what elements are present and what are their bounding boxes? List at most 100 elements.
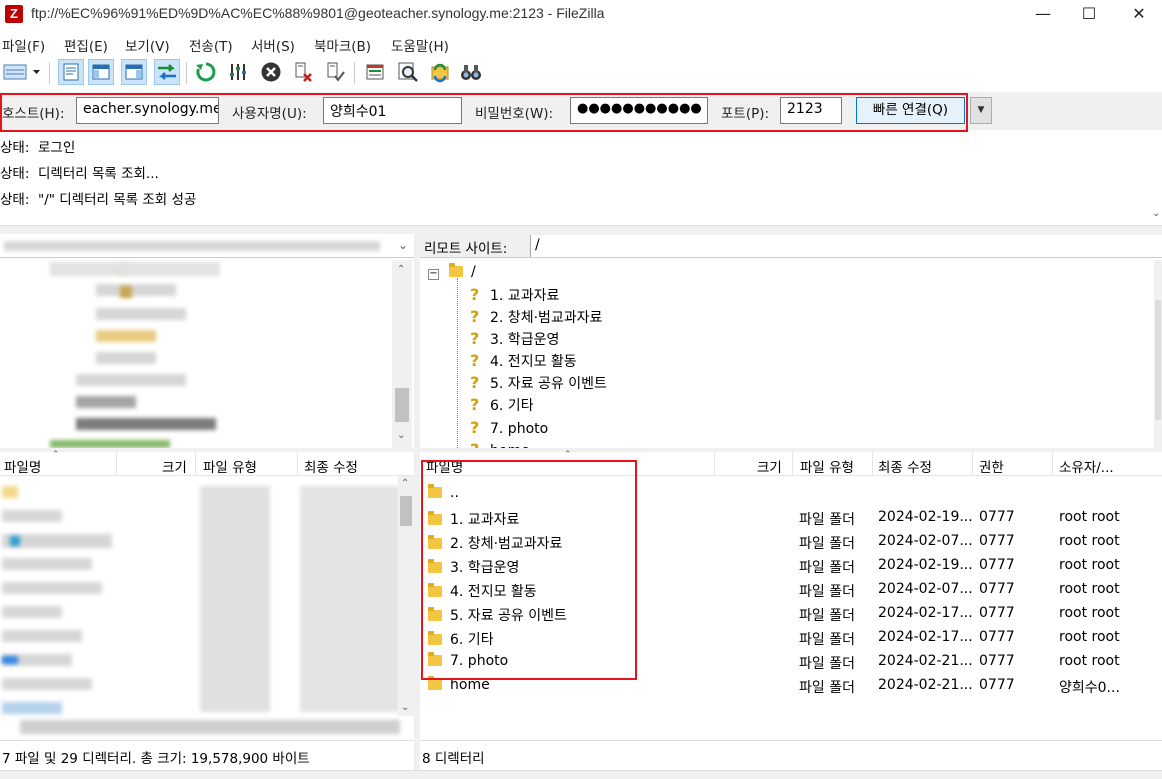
compare-icon [366, 64, 384, 80]
sort-asc-icon: ⌃ [52, 450, 60, 460]
col-filename[interactable]: 파일명 [426, 456, 463, 476]
local-list-header: 파일명 ⌃ 크기 파일 유형 최종 수정 [0, 450, 414, 476]
table-row[interactable]: .. [420, 482, 1162, 506]
col-filename[interactable]: 파일명 [4, 456, 41, 476]
username-input[interactable]: 양희수01 [323, 97, 462, 124]
remote-status-text: 8 디렉터리 [422, 751, 485, 767]
question-folder-icon: ? [470, 373, 480, 392]
chevron-up-icon: ⌃ [401, 478, 410, 489]
queue-strip [0, 770, 1162, 779]
binoculars-icon [461, 65, 481, 80]
sync-browse-button[interactable] [427, 59, 453, 85]
menu-help[interactable]: 도움말(H) [391, 35, 449, 55]
log-line: 상태: "/" 디렉터리 목록 조회 성공 [0, 192, 197, 208]
chevron-down-icon[interactable]: ▼ [970, 97, 992, 124]
toggle-queue-button[interactable] [154, 59, 180, 85]
remote-site-label: 리모트 사이트: [424, 237, 508, 257]
horizontal-splitter[interactable] [0, 226, 1162, 234]
sort-asc-icon: ⌃ [564, 450, 572, 460]
host-input[interactable]: eacher.synology.me [76, 97, 219, 124]
col-permissions[interactable]: 권한 [979, 456, 1004, 476]
question-folder-icon: ? [470, 329, 480, 348]
tree-item[interactable]: ? 4. 전지모 활동 [470, 351, 577, 371]
local-file-list: 파일명 ⌃ 크기 파일 유형 최종 수정 ⌃ ⌄ [0, 450, 414, 740]
chevron-down-icon: ⌄ [401, 702, 410, 713]
remote-tree-icon [125, 64, 143, 80]
window-title: ftp://%EC%96%91%ED%9D%AC%EC%88%9801@geot… [31, 5, 605, 21]
col-size[interactable]: 크기 [757, 456, 782, 476]
remote-tree-panel: 리모트 사이트: / − / ? 1. 교과자료 ? 2. 창체·범교과자료 ? 3. … [420, 234, 1162, 448]
refresh-button[interactable] [193, 59, 219, 85]
menu-view[interactable]: 보기(V) [125, 35, 170, 55]
col-owner[interactable]: 소유자/... [1059, 456, 1114, 476]
table-row[interactable]: 2. 창체·범교과자료 파일 폴더 2024-02-07... 0777 roo… [420, 530, 1162, 554]
close-button[interactable]: ✕ [1116, 0, 1162, 30]
filezilla-icon: Z [5, 5, 23, 23]
tree-item[interactable]: ? 2. 창체·범교과자료 [470, 307, 602, 327]
local-tree-panel: ⌄ ⌃ ⌄ [0, 234, 414, 448]
log-line: 상태: 로그인 [0, 140, 76, 156]
folder-icon [449, 263, 463, 277]
search-button[interactable] [395, 59, 421, 85]
question-folder-icon: ? [470, 418, 480, 437]
tree-root[interactable]: − / [428, 263, 476, 280]
tree-item[interactable]: ? 6. 기타 [470, 395, 534, 415]
menu-bar: 파일(F) 편집(E) 보기(V) 전송(T) 서버(S) 북마크(B) 도움말… [0, 32, 1162, 56]
reconnect-button[interactable] [322, 59, 348, 85]
folder-icon [428, 583, 442, 597]
menu-server[interactable]: 서버(S) [251, 35, 295, 55]
message-log: 상태: 로그인 상태: 디렉터리 목록 조회... 상태: "/" 디렉터리 목… [0, 132, 1162, 226]
site-manager-button[interactable] [1, 59, 43, 85]
tree-item[interactable]: ? 5. 자료 공유 이벤트 [470, 373, 607, 393]
tree-item[interactable]: ?home [470, 440, 530, 448]
tree-item[interactable]: ? 1. 교과자료 [470, 285, 559, 305]
col-type[interactable]: 파일 유형 [203, 456, 257, 476]
menu-edit[interactable]: 편집(E) [64, 35, 108, 55]
col-size[interactable]: 크기 [162, 456, 187, 476]
quick-connect-bar: 호스트(H): eacher.synology.me 사용자명(U): 양희수0… [0, 92, 1162, 130]
tree-item[interactable]: ? 7. photo [470, 418, 548, 437]
col-modified[interactable]: 최종 수정 [304, 456, 358, 476]
table-row[interactable]: 1. 교과자료 파일 폴더 2024-02-19... 0777 root ro… [420, 506, 1162, 530]
filter-button[interactable] [225, 59, 251, 85]
password-label: 비밀번호(W): [475, 106, 554, 122]
chevron-down-icon[interactable]: ⌄ [398, 238, 408, 252]
table-row[interactable]: 4. 전지모 활동 파일 폴더 2024-02-07... 0777 root … [420, 578, 1162, 602]
toggle-log-button[interactable] [58, 59, 84, 85]
filter-icon [230, 64, 246, 80]
menu-file[interactable]: 파일(F) [2, 35, 45, 55]
menu-bookmarks[interactable]: 북마크(B) [314, 35, 371, 55]
maximize-button[interactable]: ☐ [1066, 0, 1112, 30]
table-row[interactable]: 6. 기타 파일 폴더 2024-02-17... 0777 root root [420, 626, 1162, 650]
find-files-button[interactable] [458, 59, 484, 85]
tree-item[interactable]: ? 3. 학급운영 [470, 329, 559, 349]
table-row[interactable]: 7. photo 파일 폴더 2024-02-21... 0777 root r… [420, 650, 1162, 674]
cancel-button[interactable] [258, 59, 284, 85]
password-input[interactable]: ●●●●●●●●●●● [570, 97, 708, 124]
host-label: 호스트(H): [2, 106, 65, 122]
local-list-scrollbar[interactable]: ⌃ ⌄ [398, 476, 414, 716]
chevron-down-icon: ⌄ [1152, 208, 1161, 219]
table-row[interactable]: 3. 학급운영 파일 폴더 2024-02-19... 0777 root ro… [420, 554, 1162, 578]
col-type[interactable]: 파일 유형 [800, 456, 854, 476]
menu-transfer[interactable]: 전송(T) [189, 35, 233, 55]
log-scrollbar[interactable]: ⌄ [1152, 132, 1162, 226]
toggle-local-tree-button[interactable] [88, 59, 114, 85]
table-row[interactable]: 5. 자료 공유 이벤트 파일 폴더 2024-02-17... 0777 ro… [420, 602, 1162, 626]
local-tree-scrollbar[interactable]: ⌃ ⌄ [392, 260, 412, 448]
minimize-button[interactable]: — [1020, 0, 1066, 30]
remote-tree-scrollbar[interactable] [1154, 260, 1162, 448]
port-input[interactable]: 2123 [780, 97, 842, 124]
table-row[interactable]: home 파일 폴더 2024-02-21... 0777 양희수0... [420, 674, 1162, 698]
col-modified[interactable]: 최종 수정 [878, 456, 932, 476]
directory-compare-button[interactable] [362, 59, 388, 85]
toggle-remote-tree-button[interactable] [121, 59, 147, 85]
remote-list-header: 파일명 ⌃ 크기 파일 유형 최종 수정 권한 소유자/... [420, 450, 1162, 476]
username-label: 사용자명(U): [232, 106, 307, 122]
disconnect-button[interactable] [290, 59, 316, 85]
chevron-up-icon: ⌃ [397, 264, 406, 275]
title-bar: Z ftp://%EC%96%91%ED%9D%AC%EC%88%9801@ge… [0, 0, 1162, 30]
remote-path-input[interactable]: / [530, 235, 1162, 257]
local-path-bar[interactable]: ⌄ [0, 234, 414, 258]
quick-connect-button[interactable]: 빠른 연결(Q) [856, 97, 965, 124]
